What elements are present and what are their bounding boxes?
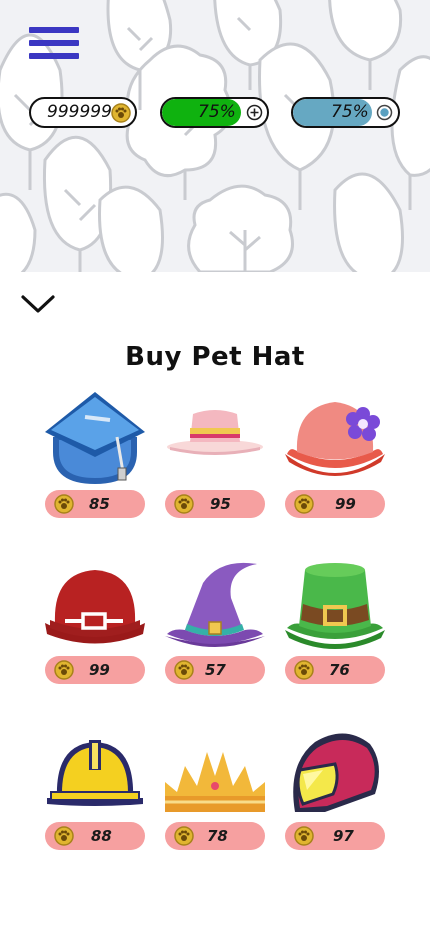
shop-item-leprechaun-hat[interactable]: 76 [285,558,385,688]
motorcycle-helmet-icon [293,733,379,812]
paw-coin-icon [174,494,194,514]
hamburger-bar [29,53,79,59]
energy-bar: 75% [291,97,400,128]
coin-amount: 999999 [47,102,112,122]
price-tag: 99 [45,656,145,684]
price-value: 85 [89,495,110,513]
page-title: Buy Pet Hat [125,342,305,372]
bowler-hat-icon [45,570,145,644]
water-drop-icon [376,104,393,121]
price-value: 99 [89,661,110,679]
shop-item-crown[interactable]: 78 [165,724,265,854]
leprechaun-hat-icon [285,563,385,649]
paw-coin-icon [294,660,314,680]
paw-coin-icon [294,494,314,514]
paw-coin-icon [54,660,74,680]
price-tag: 99 [285,490,385,518]
plus-icon[interactable] [246,104,263,121]
shop-item-hard-hat[interactable]: 88 [45,724,145,854]
price-value: 78 [207,827,228,845]
witch-hat-icon [165,562,265,647]
health-bar: 75% [160,97,269,128]
paw-coin-icon [111,103,131,123]
shop-item-flower-bonnet[interactable]: 99 [285,392,385,522]
shop-item-graduation-cap[interactable]: 85 [45,392,145,522]
paw-coin-icon [174,660,194,680]
price-value: 99 [335,495,356,513]
game-scene: 999999 75% 75% [0,0,430,272]
shop-item-sun-hat[interactable]: 95 [165,392,265,522]
hat-shop-panel: Buy Pet Hat 85 95 99 99 57 76 88 78 97 [0,272,430,932]
paw-coin-icon [174,826,194,846]
paw-coin-icon [294,826,314,846]
price-value: 97 [333,827,354,845]
shop-item-motorcycle-helmet[interactable]: 97 [285,724,385,854]
crown-icon [165,752,265,812]
price-value: 95 [210,495,231,513]
hamburger-bar [29,27,79,33]
price-tag: 76 [285,656,385,684]
menu-button[interactable] [29,27,79,63]
price-tag: 97 [285,822,385,850]
price-tag: 57 [165,656,265,684]
health-percent: 75% [198,102,236,122]
energy-percent: 75% [331,102,369,122]
price-value: 76 [329,661,350,679]
sun-hat-icon [167,410,263,455]
coin-counter: 999999 [29,97,137,128]
price-value: 88 [91,827,112,845]
price-value: 57 [205,661,226,679]
price-tag: 85 [45,490,145,518]
graduation-cap-icon [45,392,145,484]
chevron-down-icon[interactable] [20,292,56,316]
shop-item-bowler-hat[interactable]: 99 [45,558,145,688]
paw-coin-icon [54,494,74,514]
price-tag: 95 [165,490,265,518]
paw-coin-icon [54,826,74,846]
price-tag: 78 [165,822,265,850]
shop-item-witch-hat[interactable]: 57 [165,558,265,688]
flower-bonnet-icon [285,402,385,476]
hard-hat-icon [47,740,143,806]
price-tag: 88 [45,822,145,850]
hamburger-bar [29,40,79,46]
